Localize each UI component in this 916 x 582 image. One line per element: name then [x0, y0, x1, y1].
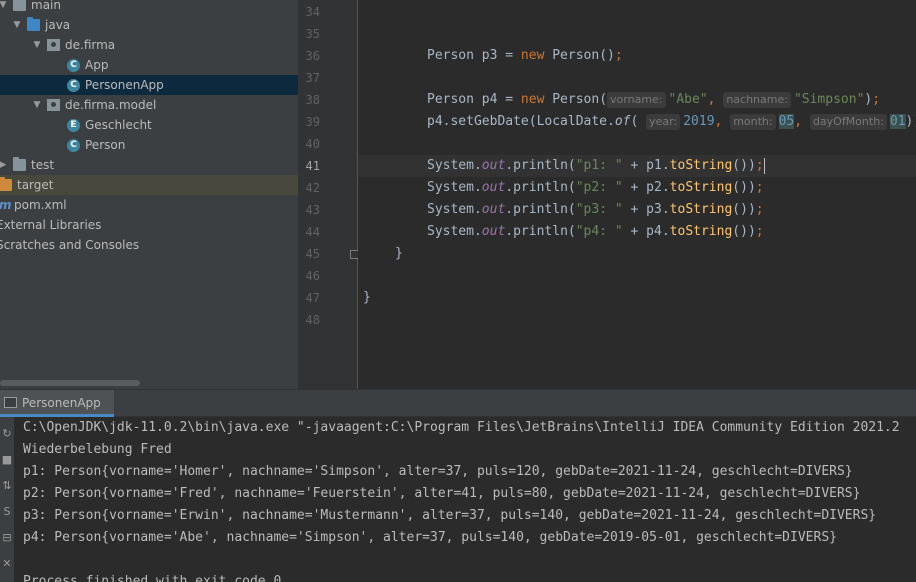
- parameter-hint: vorname:: [607, 92, 666, 108]
- tree-item-label: PersonenApp: [85, 78, 164, 92]
- line-number[interactable]: 45: [298, 243, 320, 265]
- line-number[interactable]: 35: [298, 23, 320, 45]
- console-line: C:\OpenJDK\jdk-11.0.2\bin\java.exe "-jav…: [23, 420, 900, 435]
- line-number[interactable]: 47: [298, 287, 320, 309]
- tree-item-app[interactable]: C App: [0, 55, 298, 75]
- tree-item-person[interactable]: C Person: [0, 135, 298, 155]
- console-line: p4: Person{vorname='Abe', nachname='Simp…: [23, 530, 837, 545]
- console-line: Wiederbelebung Fred: [23, 442, 172, 457]
- class-icon: C: [67, 59, 80, 72]
- tree-item-label: de.firma: [65, 38, 116, 52]
- expand-arrow-icon[interactable]: ▼: [32, 95, 42, 115]
- tree-item-target[interactable]: target: [0, 175, 298, 195]
- line-number[interactable]: 38: [298, 89, 320, 111]
- pin-icon[interactable]: S: [0, 505, 14, 518]
- tree-item-pom-xml[interactable]: m pom.xml: [0, 195, 298, 215]
- tree-item-label: Scratches and Consoles: [0, 238, 140, 252]
- stop-icon[interactable]: ■: [0, 453, 14, 466]
- expand-arrow-icon[interactable]: ▼: [0, 0, 8, 15]
- text-caret: [763, 157, 765, 174]
- tree-item-main[interactable]: ▼ main: [0, 0, 298, 15]
- tree-item-label: Person: [85, 138, 126, 152]
- line-number[interactable]: 44: [298, 221, 320, 243]
- run-toolbar: ↻ ■ ⇅ S ⊟ ✕: [0, 417, 14, 582]
- console-line: p1: Person{vorname='Homer', nachname='Si…: [23, 464, 853, 479]
- tree-item-label: java: [45, 18, 71, 32]
- horizontal-scrollbar[interactable]: [0, 380, 140, 386]
- collapse-arrow-icon[interactable]: ▶: [0, 155, 8, 175]
- tree-item-label: pom.xml: [14, 198, 67, 212]
- line-number[interactable]: 37: [298, 67, 320, 89]
- code-line-println[interactable]: System.out.println("p4: " + p4.toString(…: [427, 221, 764, 243]
- tree-item-de-firma-model[interactable]: ▼ de.firma.model: [0, 95, 298, 115]
- console-line: p2: Person{vorname='Fred', nachname='Feu…: [23, 486, 861, 501]
- console-line: Process finished with exit code 0: [23, 574, 282, 582]
- tree-item-label: External Libraries: [0, 218, 102, 232]
- run-tool-window-header: PersonenApp: [0, 389, 916, 417]
- closing-brace-class[interactable]: }: [363, 287, 371, 309]
- parameter-hint: dayOfMonth:: [809, 114, 887, 130]
- excluded-folder-icon: [0, 177, 12, 191]
- run-console[interactable]: C:\OpenJDK\jdk-11.0.2\bin\java.exe "-jav…: [14, 417, 916, 582]
- run-tab-label: PersonenApp: [22, 396, 101, 410]
- tree-item-label: App: [85, 58, 109, 72]
- print-icon[interactable]: ⊟: [0, 531, 14, 544]
- class-icon: C: [67, 139, 80, 152]
- code-line-println[interactable]: System.out.println("p1: " + p1.toString(…: [427, 155, 765, 177]
- tree-item-label: target: [17, 178, 54, 192]
- code-line-println[interactable]: System.out.println("p2: " + p2.toString(…: [427, 177, 764, 199]
- line-number[interactable]: 34: [298, 1, 320, 23]
- source-folder-icon: [27, 17, 40, 31]
- package-icon: [47, 99, 60, 111]
- parameter-hint: month:: [730, 114, 776, 130]
- tree-item-geschlecht[interactable]: E Geschlecht: [0, 115, 298, 135]
- folder-icon: [13, 157, 26, 171]
- line-number[interactable]: 48: [298, 309, 320, 331]
- parameter-hint: nachname:: [723, 92, 791, 108]
- expand-arrow-icon[interactable]: ▼: [32, 35, 42, 55]
- restore-layout-icon[interactable]: ⇅: [0, 479, 14, 492]
- line-number[interactable]: 40: [298, 133, 320, 155]
- expand-arrow-icon[interactable]: ▼: [12, 15, 22, 35]
- package-icon: [47, 39, 60, 51]
- tree-item-personenapp[interactable]: C PersonenApp: [0, 75, 298, 95]
- project-tool-window: ▼ main ▼ java ▼ de.firma C App C PersonenApp ▼ de.f…: [0, 0, 298, 389]
- tree-item-scratches-and-consoles[interactable]: Scratches and Consoles: [0, 235, 298, 255]
- line-number[interactable]: 42: [298, 177, 320, 199]
- code-line-println[interactable]: System.out.println("p3: " + p3.toString(…: [427, 199, 764, 221]
- tree-item-label: Geschlecht: [85, 118, 152, 132]
- delete-icon[interactable]: ✕: [0, 557, 14, 570]
- closing-brace-method[interactable]: }: [395, 243, 403, 265]
- tree-item-test[interactable]: ▶ test: [0, 155, 298, 175]
- line-number[interactable]: 46: [298, 265, 320, 287]
- tree-item-external-libraries[interactable]: External Libraries: [0, 215, 298, 235]
- line-number[interactable]: 39: [298, 111, 320, 133]
- tree-item-label: de.firma.model: [65, 98, 157, 112]
- line-number[interactable]: 36: [298, 45, 320, 67]
- code-line-39[interactable]: p4.setGebDate(LocalDate.of( year: 2019, m…: [427, 111, 916, 133]
- tree-item-de-firma[interactable]: ▼ de.firma: [0, 35, 298, 55]
- line-number[interactable]: 43: [298, 199, 320, 221]
- enum-icon: E: [67, 119, 80, 132]
- line-number[interactable]: 41: [298, 155, 320, 177]
- editor-gutter: 34 35 36 37 38 39 40 41 42 43 44 45 46 47 48: [298, 0, 359, 389]
- tree-item-java[interactable]: ▼ java: [0, 15, 298, 35]
- tree-item-label: test: [31, 158, 55, 172]
- folder-icon: [13, 0, 26, 11]
- rerun-icon[interactable]: ↻: [0, 427, 14, 440]
- console-line: p3: Person{vorname='Erwin', nachname='Mu…: [23, 508, 877, 523]
- code-editor[interactable]: Person p3 = new Person(); Person p4 = ne…: [358, 0, 916, 389]
- class-icon: C: [67, 79, 80, 92]
- code-line-38[interactable]: Person p4 = new Person(vorname: "Abe", na…: [427, 89, 880, 111]
- tree-item-label: main: [31, 0, 61, 12]
- code-line-36[interactable]: Person p3 = new Person();: [427, 45, 623, 67]
- run-tab-personenapp[interactable]: PersonenApp: [0, 390, 114, 417]
- parameter-hint: year:: [646, 114, 681, 130]
- console-icon: [4, 397, 17, 408]
- maven-icon: m: [0, 198, 12, 212]
